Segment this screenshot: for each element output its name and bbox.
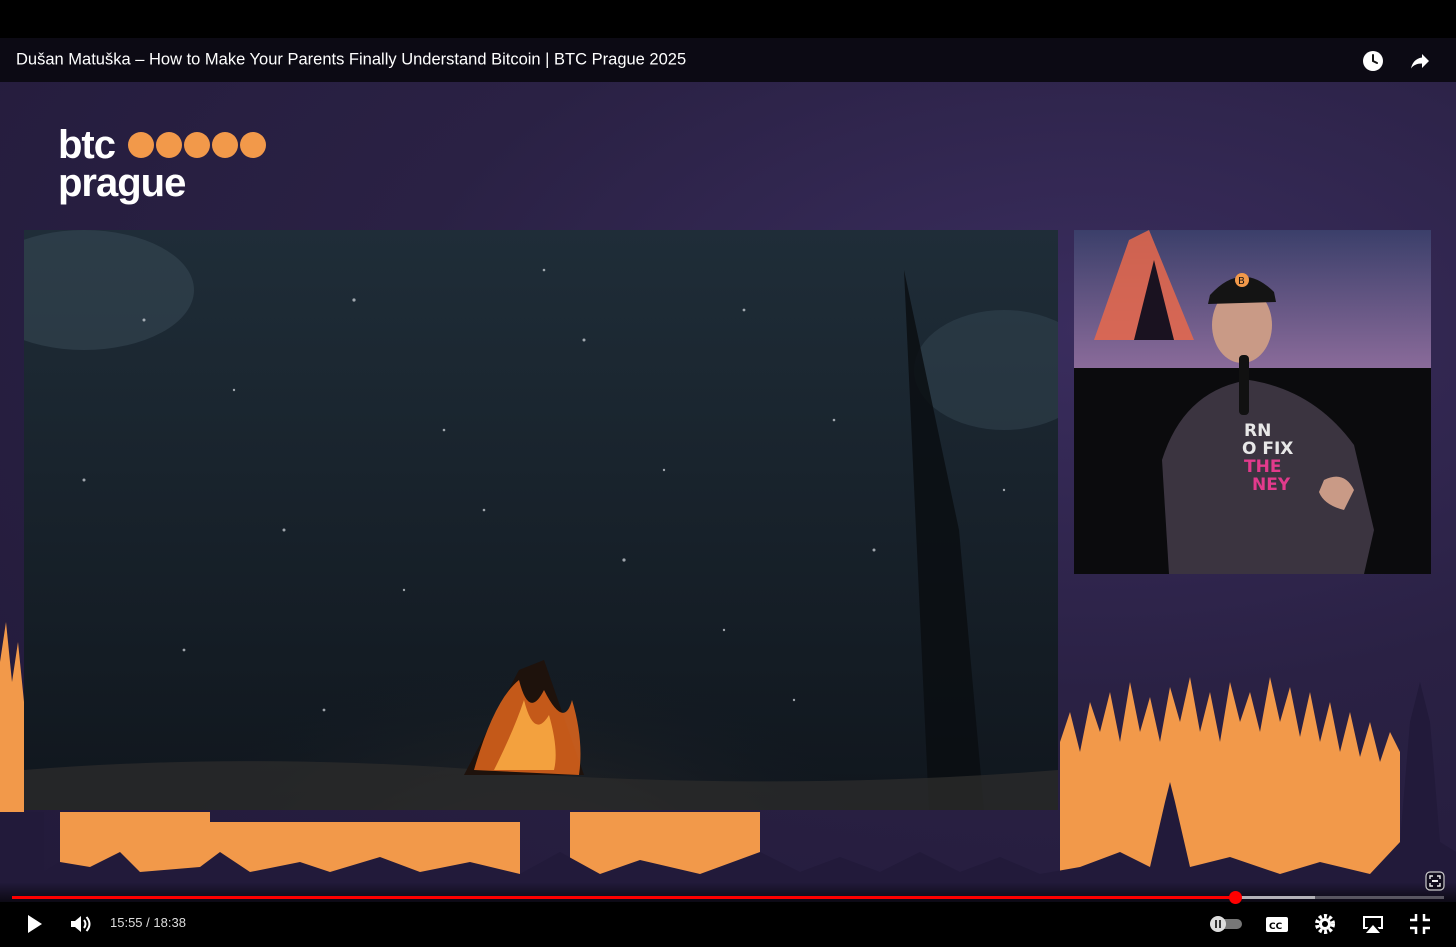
progress-played [12, 896, 1235, 899]
autoplay-toggle-icon[interactable] [1208, 910, 1244, 938]
letterbox-top [0, 0, 1456, 38]
screen-capture-icon[interactable] [1424, 870, 1446, 892]
logo-dots [128, 132, 268, 158]
clock-icon[interactable] [1361, 49, 1385, 73]
logo-dot [240, 132, 266, 158]
captions-icon[interactable]: CC [1263, 910, 1291, 938]
time-display: 15:55 / 18:38 [110, 915, 186, 930]
svg-text:CC: CC [1269, 922, 1283, 932]
volume-icon[interactable] [66, 910, 94, 938]
logo-text-prague: prague [58, 161, 186, 205]
video-frame[interactable]: btc prague B RN O FIX THE NEY [0, 82, 1456, 902]
progress-bar[interactable] [12, 891, 1444, 904]
logo-dot [212, 132, 238, 158]
shirt-text-line1: RN [1244, 421, 1271, 441]
airplay-icon[interactable] [1359, 910, 1387, 938]
logo-dot [156, 132, 182, 158]
shirt-text-line4: NEY [1252, 475, 1291, 495]
cap-bitcoin-symbol: B [1238, 276, 1245, 287]
progress-scrubber[interactable] [1228, 891, 1242, 904]
shirt-text-line3: THE [1244, 457, 1281, 477]
shirt-text-line2: O FIX [1242, 439, 1293, 459]
btc-prague-logo: btc prague [58, 125, 266, 205]
settings-gear-icon[interactable] [1311, 910, 1339, 938]
video-title[interactable]: Dušan Matuška – How to Make Your Parents… [16, 51, 686, 70]
play-icon[interactable] [20, 910, 48, 938]
share-arrow-icon[interactable] [1408, 49, 1432, 73]
time-duration: 18:38 [153, 915, 186, 930]
player-controls: 15:55 / 18:38 CC [0, 871, 1456, 947]
speaker-camera-feed: B RN O FIX THE NEY [1074, 230, 1431, 574]
exit-fullscreen-icon[interactable] [1406, 910, 1434, 938]
video-title-bar: Dušan Matuška – How to Make Your Parents… [0, 38, 1456, 82]
prague-skyline-graphic [0, 582, 1456, 902]
time-separator: / [142, 915, 154, 930]
speaker-scene: B RN O FIX THE NEY [1074, 230, 1431, 574]
logo-dot [128, 132, 154, 158]
time-current: 15:55 [110, 915, 143, 930]
logo-dot [184, 132, 210, 158]
